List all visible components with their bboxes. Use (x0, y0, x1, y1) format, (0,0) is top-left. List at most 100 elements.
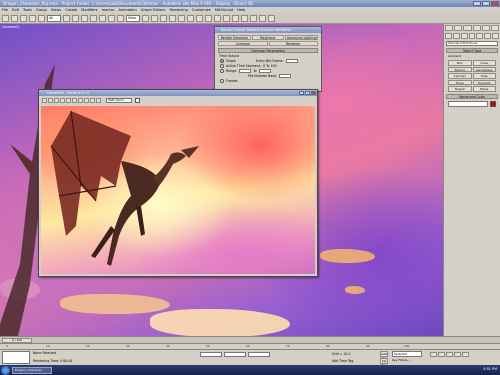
cameras-icon[interactable] (468, 33, 476, 39)
frame-minimize-button[interactable] (299, 91, 304, 95)
range-end-field[interactable] (258, 69, 271, 73)
play-icon[interactable] (446, 352, 453, 357)
link-icon[interactable] (20, 14, 27, 22)
menu-reactor[interactable]: reactor (102, 8, 115, 12)
layer-manager-icon[interactable] (214, 14, 221, 22)
go-to-end-icon[interactable] (462, 352, 469, 357)
hierarchy-tab-icon[interactable] (463, 25, 472, 31)
menu-edit[interactable]: Edit (12, 8, 19, 12)
render-frame-icon[interactable] (259, 14, 266, 22)
geometry-icon[interactable] (445, 33, 452, 39)
angle-snap-icon[interactable] (169, 14, 176, 22)
sphere-button[interactable]: Sphere (448, 66, 472, 72)
bind-space-warp-icon[interactable] (38, 14, 45, 22)
mirror-icon[interactable] (196, 14, 203, 22)
auto-key-button[interactable]: Auto Key (380, 351, 388, 360)
category-dropdown[interactable]: Standard Primitives (446, 41, 498, 46)
pivot-icon[interactable] (142, 14, 149, 22)
common-parameters-rollout[interactable]: Common Parameters (218, 48, 318, 53)
autogrid-checkbox[interactable]: AutoGrid (448, 54, 496, 58)
menu-customize[interactable]: Customize (192, 8, 211, 12)
rotate-icon[interactable] (108, 14, 115, 22)
red-channel-icon[interactable] (72, 98, 77, 103)
utilities-tab-icon[interactable] (490, 25, 500, 31)
active-time-segment-radio[interactable] (220, 64, 224, 68)
add-time-tag[interactable]: Add Time Tag (332, 359, 353, 363)
cylinder-button[interactable]: Cylinder (448, 73, 472, 79)
menu-help[interactable]: Help (237, 8, 245, 12)
z-coordinate-field[interactable] (248, 352, 270, 357)
menu-views[interactable]: Views (51, 8, 61, 12)
select-object-icon[interactable] (63, 14, 70, 22)
object-name-field[interactable] (448, 100, 488, 107)
every-nth-field[interactable] (285, 59, 298, 63)
next-frame-icon[interactable] (454, 352, 461, 357)
range-start-field[interactable] (239, 69, 252, 73)
range-radio[interactable] (220, 69, 224, 73)
clone-window-icon[interactable] (54, 98, 59, 103)
clear-icon[interactable] (66, 98, 71, 103)
undo-icon[interactable] (2, 14, 9, 22)
menu-animation[interactable]: Animation (118, 8, 136, 12)
select-by-name-icon[interactable] (72, 14, 79, 22)
frames-radio[interactable] (220, 79, 224, 83)
channel-dropdown[interactable]: RGB Alpha (106, 98, 132, 103)
file-number-base-field[interactable] (279, 74, 291, 78)
minimize-button[interactable] (473, 1, 481, 6)
selection-filter-dropdown[interactable]: All (47, 14, 61, 22)
maximize-button[interactable] (482, 1, 490, 6)
teapot-button[interactable]: Teapot (448, 86, 472, 92)
menu-graph-editors[interactable]: Graph Editors (141, 8, 166, 12)
frame-maximize-button[interactable] (305, 91, 310, 95)
frame-window-title-bar[interactable]: Camera01, frame 0 (1:1) (39, 90, 317, 96)
curve-editor-icon[interactable] (223, 14, 230, 22)
shapes-icon[interactable] (452, 33, 460, 39)
copy-image-icon[interactable] (48, 98, 53, 103)
object-type-rollout[interactable]: Object Type (446, 48, 498, 53)
space-warps-icon[interactable] (484, 33, 492, 39)
cone-button[interactable]: Cone (472, 60, 496, 66)
menu-file[interactable]: File (2, 8, 8, 12)
material-editor-icon[interactable] (241, 14, 248, 22)
alpha-channel-icon[interactable] (90, 98, 95, 103)
redo-icon[interactable] (11, 14, 18, 22)
window-crossing-icon[interactable] (90, 14, 97, 22)
pyramid-button[interactable]: Pyramid (472, 79, 496, 85)
unlink-icon[interactable] (29, 14, 36, 22)
y-coordinate-field[interactable] (224, 352, 246, 357)
tab-common[interactable]: Common (218, 41, 268, 46)
tab-render-elements[interactable]: Render Elements (218, 35, 251, 40)
tab-raytracer[interactable]: Raytracer (251, 35, 285, 40)
modify-tab-icon[interactable] (454, 25, 463, 31)
key-filters-button[interactable]: Key Filters... (392, 358, 410, 362)
object-color-swatch[interactable] (490, 100, 496, 107)
tab-renderer[interactable]: Renderer (268, 41, 318, 46)
menu-maxscript[interactable]: MAXScript (215, 8, 233, 12)
green-channel-icon[interactable] (78, 98, 83, 103)
schematic-view-icon[interactable] (232, 14, 239, 22)
x-coordinate-field[interactable] (200, 352, 222, 357)
select-manipulate-icon[interactable] (151, 14, 158, 22)
lights-icon[interactable] (460, 33, 468, 39)
blue-channel-icon[interactable] (84, 98, 89, 103)
percent-snap-icon[interactable] (178, 14, 185, 22)
save-image-icon[interactable] (42, 98, 47, 103)
geosphere-button[interactable]: GeoSphere (472, 66, 496, 72)
torus-button[interactable]: Torus (448, 79, 472, 85)
go-to-start-icon[interactable] (430, 352, 437, 357)
tab-advanced-lighting[interactable]: Advanced Lighting (285, 35, 319, 40)
create-tab-icon[interactable] (445, 25, 454, 31)
close-button[interactable] (491, 1, 499, 6)
quick-render-icon[interactable] (268, 14, 275, 22)
snap-toggle-icon[interactable] (160, 14, 167, 22)
set-key-button[interactable]: Set Key (380, 358, 388, 367)
menu-group[interactable]: Group (36, 8, 47, 12)
display-tab-icon[interactable] (481, 25, 490, 31)
menu-create[interactable]: Create (65, 8, 77, 12)
move-icon[interactable] (99, 14, 106, 22)
print-icon[interactable] (60, 98, 65, 103)
maxscript-listener-mini[interactable] (2, 351, 30, 364)
menu-modifiers[interactable]: Modifiers (81, 8, 97, 12)
spinner-snap-icon[interactable] (187, 14, 194, 22)
monochrome-icon[interactable] (96, 98, 101, 103)
